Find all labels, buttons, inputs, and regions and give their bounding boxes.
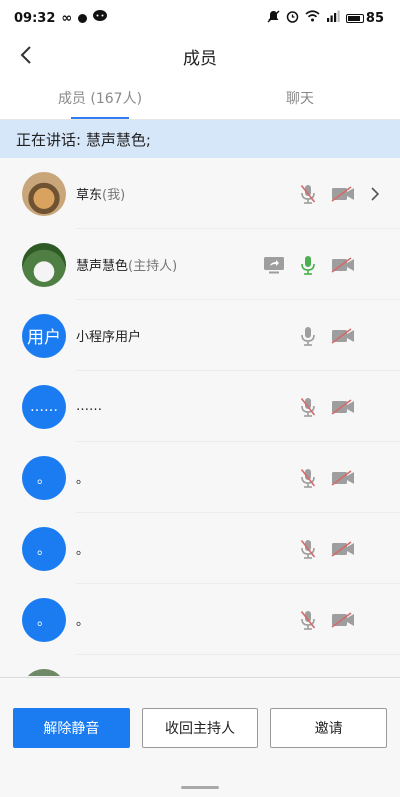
- invite-button[interactable]: 邀请: [270, 708, 387, 748]
- member-row[interactable]: 。。: [0, 442, 400, 513]
- avatar: [22, 668, 66, 676]
- chevron-spacer: [366, 395, 384, 419]
- member-row[interactable]: …… ……: [0, 371, 400, 442]
- member-name-wrap: ……: [76, 399, 296, 414]
- microphone-icon[interactable]: [296, 253, 320, 277]
- unmute-button[interactable]: 解除静音: [13, 708, 130, 748]
- member-row[interactable]: 慧声慧色(主持人): [0, 229, 400, 300]
- avatar: 用户: [22, 313, 66, 358]
- microphone-icon[interactable]: [296, 324, 320, 348]
- member-role: (主持人): [128, 259, 178, 274]
- infinity-icon: ∞: [61, 10, 73, 26]
- nav-bar: 成员: [0, 36, 400, 76]
- camera-off-icon[interactable]: [330, 253, 356, 277]
- camera-off-icon[interactable]: [330, 466, 356, 490]
- member-status-icons: [296, 324, 356, 348]
- chevron-spacer: [366, 324, 384, 348]
- member-row[interactable]: [0, 655, 400, 676]
- battery-level: 85: [365, 10, 384, 26]
- mic-muted-icon[interactable]: [296, 537, 320, 561]
- member-status-icons: [296, 608, 356, 632]
- member-status-icons: [262, 253, 356, 277]
- silent-bell-icon: [267, 10, 280, 27]
- member-row[interactable]: 。。: [0, 513, 400, 584]
- avatar: ……: [22, 384, 66, 429]
- back-button[interactable]: [14, 42, 38, 68]
- speaking-banner: 正在讲话: 慧声慧色;: [0, 120, 400, 158]
- camera-off-icon[interactable]: [330, 608, 356, 632]
- member-name-wrap: 。: [76, 539, 296, 558]
- camera-off-icon[interactable]: [330, 395, 356, 419]
- bottom-action-bar: 解除静音 收回主持人 邀请: [0, 677, 400, 797]
- alarm-icon: [286, 10, 299, 27]
- notification-dot-icon: [78, 13, 88, 23]
- signal-icon: [326, 10, 340, 26]
- tab-bar: 成员 (167人) 聊天: [0, 76, 400, 120]
- member-name-wrap: 。: [76, 468, 296, 487]
- member-name: 小程序用户: [76, 330, 142, 345]
- mic-muted-icon[interactable]: [296, 608, 320, 632]
- avatar: 。: [22, 597, 66, 642]
- avatar: 。: [22, 455, 66, 500]
- camera-off-icon[interactable]: [330, 182, 356, 206]
- chevron-spacer: [366, 537, 384, 561]
- mic-muted-icon[interactable]: [296, 395, 320, 419]
- chevron-left-icon: [20, 46, 31, 64]
- battery-icon: 85: [345, 10, 384, 26]
- member-name-wrap: 。: [76, 610, 296, 629]
- member-name: 。: [76, 614, 90, 629]
- tab-chat[interactable]: 聊天: [200, 76, 400, 119]
- member-status-icons: [296, 537, 356, 561]
- chevron-spacer: [366, 608, 384, 632]
- tab-members[interactable]: 成员 (167人): [0, 76, 200, 119]
- chat-bubble-icon: [93, 10, 108, 26]
- chevron-spacer: [366, 253, 384, 277]
- member-name: 慧声慧色: [76, 259, 129, 274]
- member-row[interactable]: 。。: [0, 584, 400, 655]
- member-status-icons: [296, 395, 356, 419]
- member-name: 。: [76, 543, 90, 558]
- mic-muted-icon[interactable]: [296, 182, 320, 206]
- reclaim-host-button[interactable]: 收回主持人: [141, 708, 259, 748]
- member-role: (我): [102, 188, 126, 203]
- member-list: 草东(我) 慧声慧色(主持人) 用户 小程序用户…………。。。。。。: [0, 158, 400, 676]
- member-name-wrap: 慧声慧色(主持人): [76, 255, 262, 274]
- member-row[interactable]: 用户 小程序用户: [0, 300, 400, 371]
- home-indicator[interactable]: [181, 786, 219, 789]
- avatar: 。: [22, 526, 66, 571]
- member-name-wrap: 小程序用户: [76, 326, 296, 345]
- mic-muted-icon[interactable]: [296, 466, 320, 490]
- camera-off-icon[interactable]: [330, 324, 356, 348]
- member-name-wrap: 草东(我): [76, 184, 296, 203]
- status-bar: 09:32 ∞ 85: [0, 0, 400, 36]
- avatar: [22, 242, 66, 287]
- member-name: 草东: [76, 188, 103, 203]
- chevron-spacer: [366, 466, 384, 490]
- camera-off-icon[interactable]: [330, 537, 356, 561]
- member-name: 。: [76, 472, 90, 487]
- member-name: ……: [76, 399, 102, 414]
- page-title: 成员: [183, 48, 217, 69]
- status-time: 09:32: [14, 10, 56, 26]
- avatar: [22, 171, 66, 216]
- chevron-right-icon[interactable]: [366, 182, 384, 206]
- screen-share-icon: [262, 253, 286, 277]
- wifi-icon: [305, 10, 320, 26]
- member-row[interactable]: 草东(我): [0, 158, 400, 229]
- member-status-icons: [296, 466, 356, 490]
- member-status-icons: [296, 182, 356, 206]
